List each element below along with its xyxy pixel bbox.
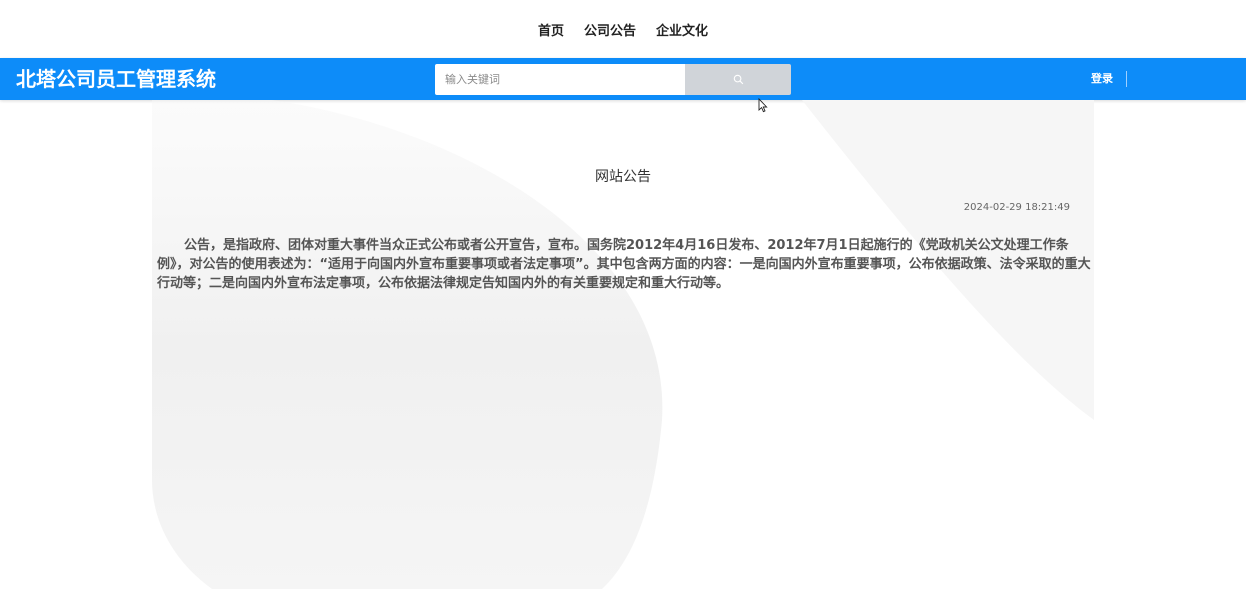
notice-date: 2024-02-29 18:21:49 <box>963 202 1070 213</box>
mouse-pointer-icon <box>758 98 768 113</box>
brand-title[interactable]: 北塔公司员工管理系统 <box>16 58 216 100</box>
notice-body: 公告，是指政府、团体对重大事件当众正式公布或者公开宣告，宣布。国务院2012年4… <box>157 238 1091 291</box>
search-icon <box>733 74 743 85</box>
header-bar: 北塔公司员工管理系统 登录 <box>0 58 1246 100</box>
nav-culture[interactable]: 企业文化 <box>656 20 708 39</box>
notice-title: 网站公告 <box>595 169 651 185</box>
search-input[interactable] <box>435 64 685 95</box>
nav-announcements[interactable]: 公司公告 <box>584 20 636 39</box>
search-button[interactable] <box>685 64 791 95</box>
nav-home[interactable]: 首页 <box>538 20 564 39</box>
top-nav: 首页 公司公告 企业文化 <box>0 0 1246 58</box>
header-divider <box>1126 71 1127 87</box>
login-link[interactable]: 登录 <box>1091 58 1113 100</box>
